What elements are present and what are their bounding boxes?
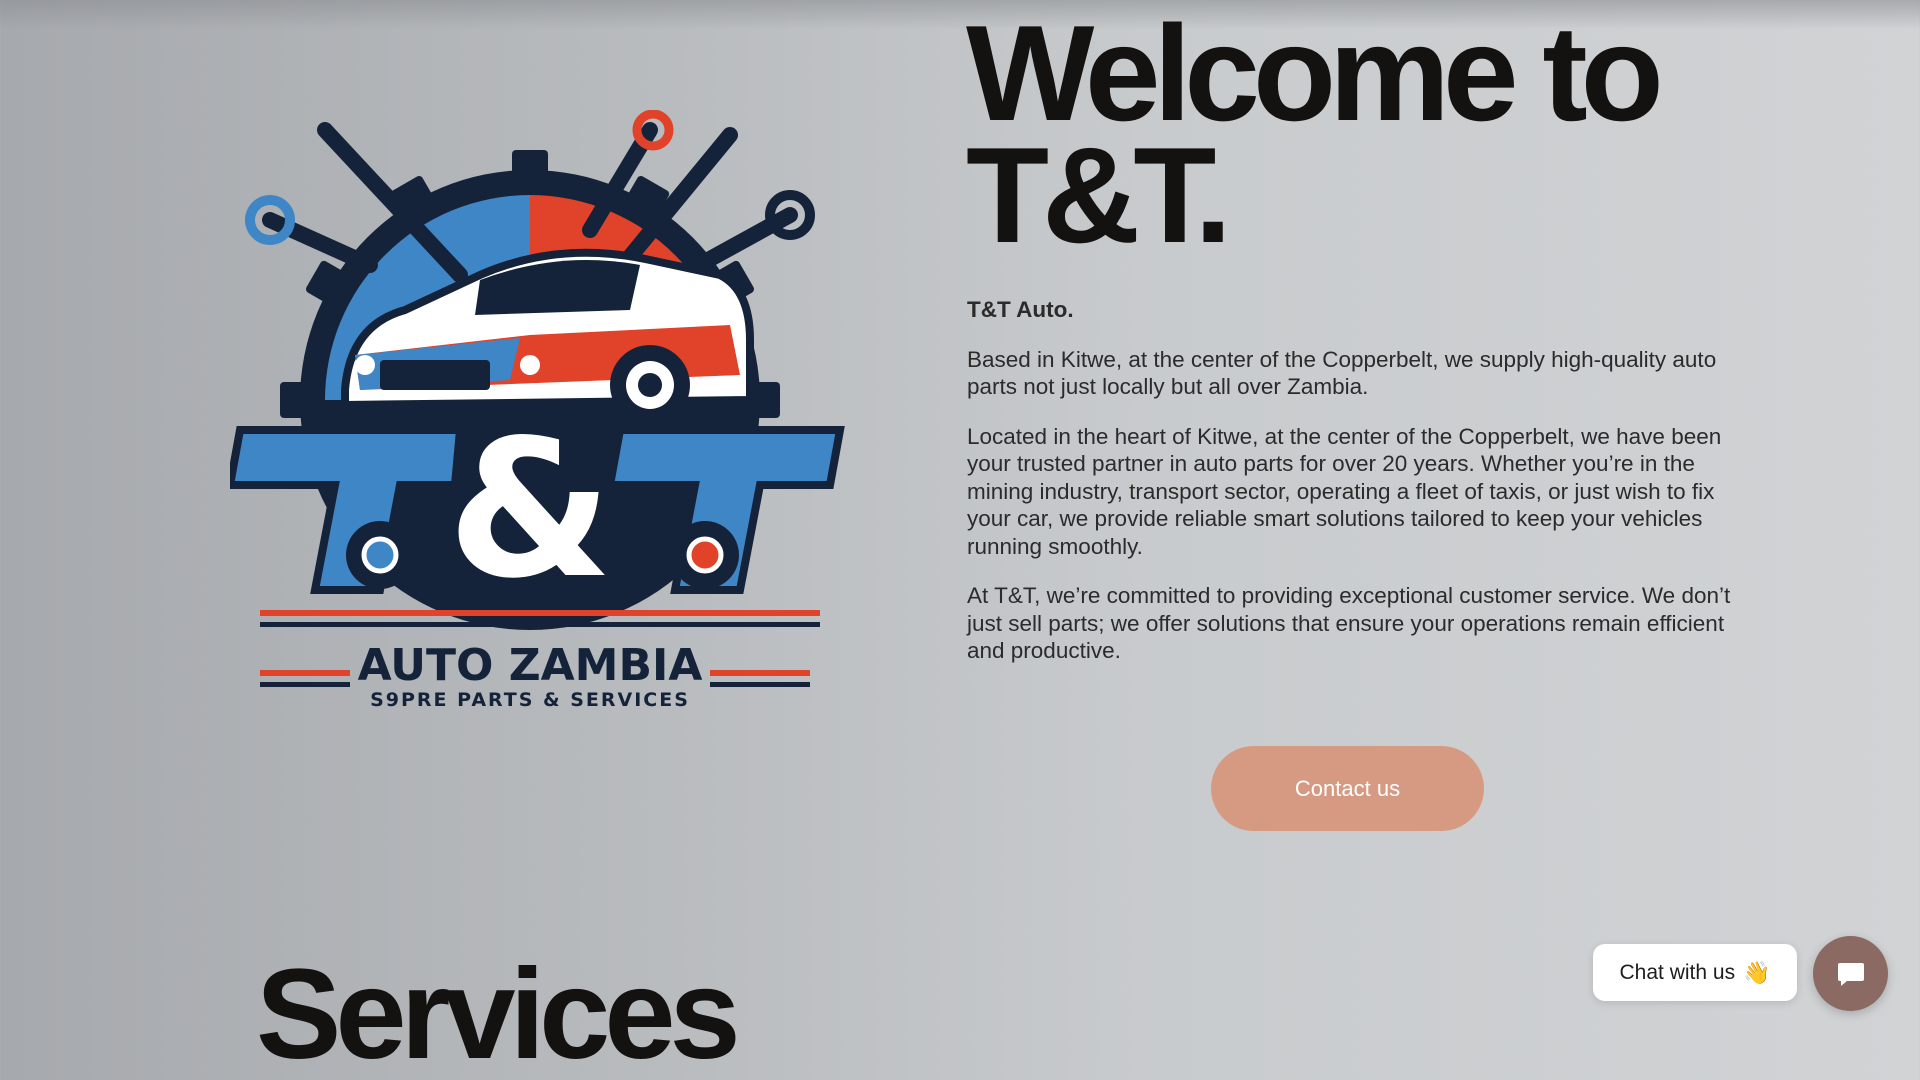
auto-zambia-logo: & AUTO ZAMBIA S9PRE PARTS & SERVICES: [230, 110, 845, 710]
logo-tagline: S9PRE PARTS & SERVICES: [370, 689, 690, 710]
about-paragraph-2: Located in the heart of Kitwe, at the ce…: [967, 423, 1722, 559]
about-section: T&T Auto. Based in Kitwe, at the center …: [967, 296, 1737, 687]
logo-name: AUTO ZAMBIA: [358, 640, 703, 691]
brand-name: T&T Auto.: [967, 297, 1074, 322]
waving-hand-icon: 👋: [1743, 959, 1771, 985]
about-paragraph-3: At T&T, we’re committed to providing exc…: [967, 583, 1731, 663]
services-heading: Services: [256, 943, 741, 1080]
svg-text:&: &: [447, 399, 613, 620]
contact-us-button[interactable]: Contact us: [1211, 746, 1484, 831]
chat-prompt-bubble[interactable]: Chat with us 👋: [1593, 944, 1797, 1001]
about-paragraph-1: Based in Kitwe, at the center of the Cop…: [967, 346, 1717, 400]
hero-title-line2: T&T.: [966, 119, 1232, 271]
monogram-letters: &: [230, 394, 845, 625]
chat-prompt-text: Chat with us: [1619, 960, 1736, 984]
chat-icon: [1837, 962, 1864, 986]
company-logo: & AUTO ZAMBIA S9PRE PARTS & SERVICES: [230, 110, 850, 710]
chat-launcher-button[interactable]: [1813, 936, 1888, 1011]
hero-title: Welcome to T&T.: [966, 5, 1664, 263]
